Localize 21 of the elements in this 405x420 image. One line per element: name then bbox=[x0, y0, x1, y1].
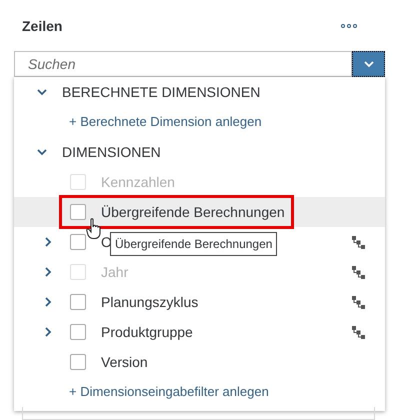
dimension-label[interactable]: Version bbox=[101, 352, 148, 372]
checkbox[interactable] bbox=[70, 204, 86, 220]
create-link[interactable]: + Berechnete Dimension anlegen bbox=[69, 112, 262, 132]
checkbox[interactable] bbox=[70, 324, 86, 340]
hierarchy-icon[interactable] bbox=[352, 236, 365, 248]
section-header[interactable]: DIMENSIONEN bbox=[62, 142, 161, 162]
hand-cursor-icon bbox=[86, 218, 102, 240]
panel-title: Zeilen bbox=[22, 16, 62, 36]
hierarchy-icon[interactable] bbox=[352, 326, 365, 338]
hierarchy-icon[interactable] bbox=[352, 296, 365, 308]
checkbox[interactable] bbox=[70, 354, 86, 370]
tooltip: Übergreifende Berechnungen bbox=[110, 232, 278, 256]
dimension-label[interactable]: Produktgruppe bbox=[101, 322, 193, 342]
checkbox[interactable] bbox=[70, 294, 86, 310]
search-field[interactable]: Suchen bbox=[14, 51, 352, 77]
dropdown-button[interactable] bbox=[352, 51, 385, 77]
checkbox[interactable] bbox=[70, 234, 86, 250]
dimension-label[interactable]: Planungszyklus bbox=[101, 292, 198, 312]
create-link[interactable]: + Dimensionseingabefilter anlegen bbox=[69, 382, 269, 402]
more-icon[interactable] bbox=[341, 24, 357, 28]
section-header[interactable]: BERECHNETE DIMENSIONEN bbox=[62, 82, 260, 102]
